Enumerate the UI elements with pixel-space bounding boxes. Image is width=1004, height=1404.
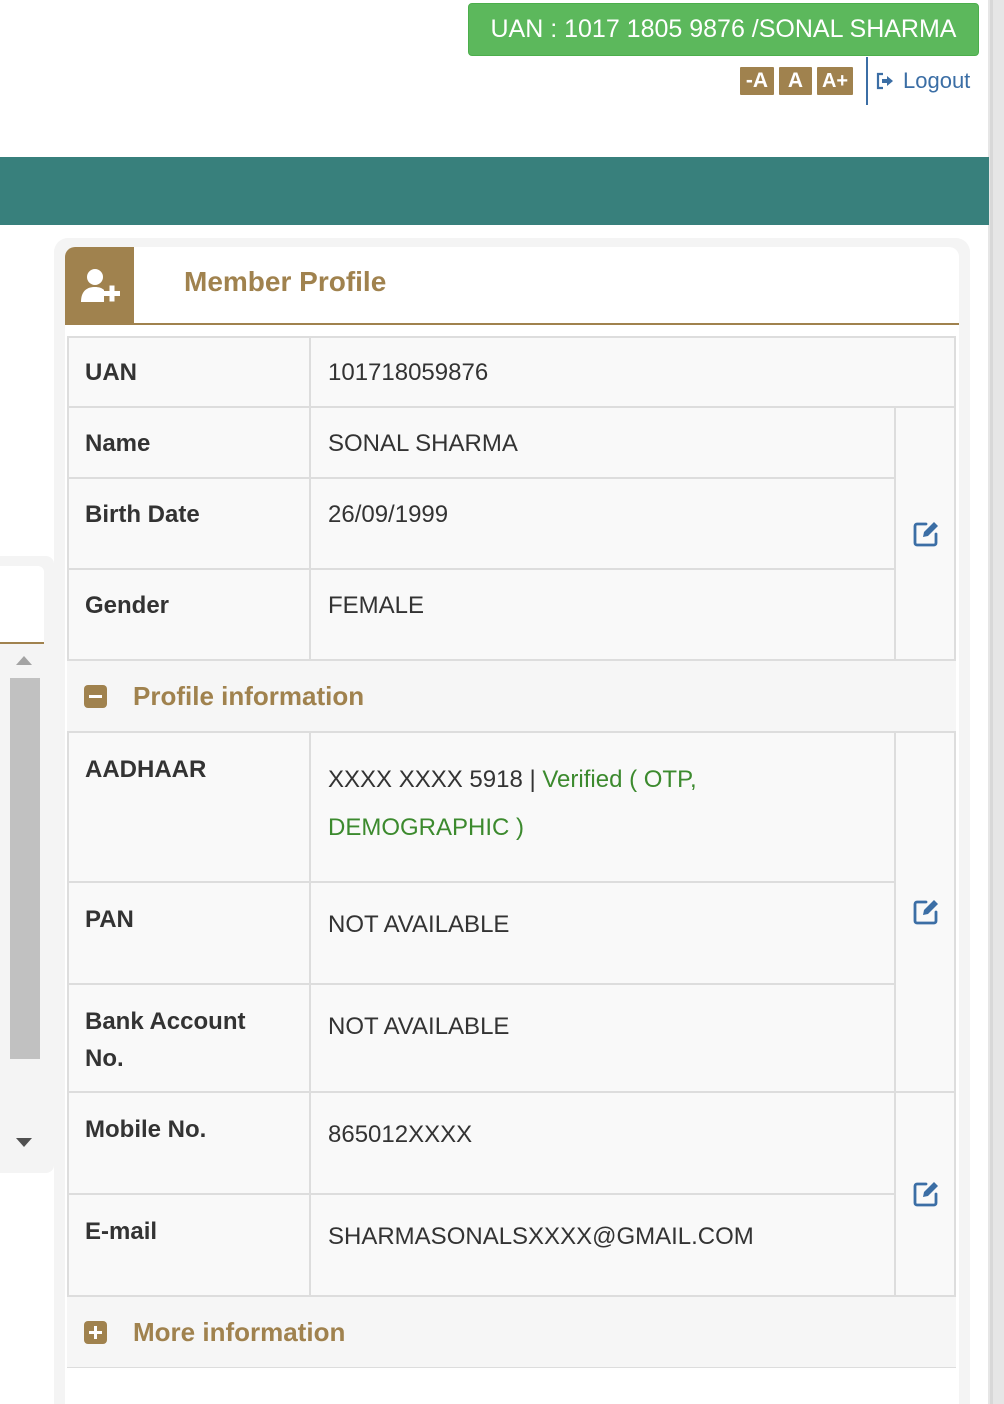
table-divider xyxy=(67,406,956,408)
edit-basic-details-icon[interactable] xyxy=(912,520,940,548)
name-label: Name xyxy=(69,425,151,463)
profile-table xyxy=(67,336,956,1368)
aadhaar-value: XXXX XXXX 5918 | Verified ( OTP, DEMOGRA… xyxy=(311,756,697,852)
gender-value: FEMALE xyxy=(311,587,425,625)
bank-account-label-line1: Bank Account xyxy=(85,1008,246,1035)
card-title: Member Profile xyxy=(184,266,387,297)
email-value: SHARMASONALSXXXX@GMAIL.COM xyxy=(311,1218,754,1256)
scroll-down-arrow-icon[interactable] xyxy=(16,1138,32,1147)
uan-badge: UAN : 1017 1805 9876 /SONAL SHARMA xyxy=(468,3,979,56)
aadhaar-status: Verified ( OTP, xyxy=(542,766,697,793)
mobile-value: 865012XXXX xyxy=(311,1116,473,1154)
minus-square-icon xyxy=(84,684,107,708)
card-header-icon-box xyxy=(65,247,134,324)
gender-label: Gender xyxy=(69,587,170,625)
table-divider xyxy=(67,568,896,570)
side-panel-header xyxy=(0,566,44,642)
table-divider xyxy=(67,1193,896,1195)
font-normal-button[interactable]: A xyxy=(779,67,812,95)
birth-date-value: 26/09/1999 xyxy=(311,496,449,534)
right-edge-line xyxy=(990,0,993,1404)
table-divider xyxy=(67,1091,956,1093)
table-divider xyxy=(67,983,896,985)
mobile-label: Mobile No. xyxy=(69,1111,207,1149)
side-panel-divider xyxy=(0,642,44,644)
name-value: SONAL SHARMA xyxy=(311,425,518,463)
logout-label: Logout xyxy=(903,68,971,93)
font-increase-button[interactable]: A+ xyxy=(817,67,853,95)
scrollbar-thumb[interactable] xyxy=(10,678,40,1059)
header-divider xyxy=(866,57,868,105)
user-plus-icon xyxy=(80,268,120,302)
more-information-toggle[interactable]: More information xyxy=(67,1297,956,1367)
aadhaar-label: AADHAAR xyxy=(69,751,207,789)
uan-value: 101718059876 xyxy=(311,354,489,392)
more-information-label: More information xyxy=(133,1316,346,1347)
logout-link[interactable]: Logout xyxy=(875,68,970,94)
table-divider xyxy=(67,731,956,733)
bank-account-label-line2: No. xyxy=(85,1045,124,1072)
birth-date-label: Birth Date xyxy=(69,496,200,534)
pan-value: NOT AVAILABLE xyxy=(311,906,510,944)
aadhaar-number: XXXX XXXX 5918 xyxy=(328,766,523,793)
plus-square-icon xyxy=(84,1320,107,1344)
aadhaar-status-cont: DEMOGRAPHIC ) xyxy=(328,814,525,841)
uan-label: UAN xyxy=(69,354,137,392)
email-label: E-mail xyxy=(69,1213,158,1251)
profile-information-toggle[interactable]: Profile information xyxy=(67,661,956,731)
card-header-divider xyxy=(65,323,959,325)
edit-kyc-icon[interactable] xyxy=(912,898,940,926)
bank-account-label: Bank Account No. xyxy=(69,1003,246,1077)
table-divider xyxy=(894,406,896,661)
font-decrease-button[interactable]: -A xyxy=(740,67,774,95)
aadhaar-separator: | xyxy=(529,766,536,793)
profile-information-label: Profile information xyxy=(133,680,365,711)
edit-contact-icon[interactable] xyxy=(912,1180,940,1208)
sign-out-icon xyxy=(876,72,893,90)
table-divider xyxy=(67,477,896,479)
scroll-up-arrow-icon[interactable] xyxy=(16,656,32,665)
navigation-bar xyxy=(0,157,989,225)
table-divider xyxy=(894,733,896,1297)
pan-label: PAN xyxy=(69,901,134,939)
bank-account-value: NOT AVAILABLE xyxy=(311,1008,510,1046)
font-size-controls: -A A A+ xyxy=(740,67,853,95)
table-divider xyxy=(67,881,896,883)
